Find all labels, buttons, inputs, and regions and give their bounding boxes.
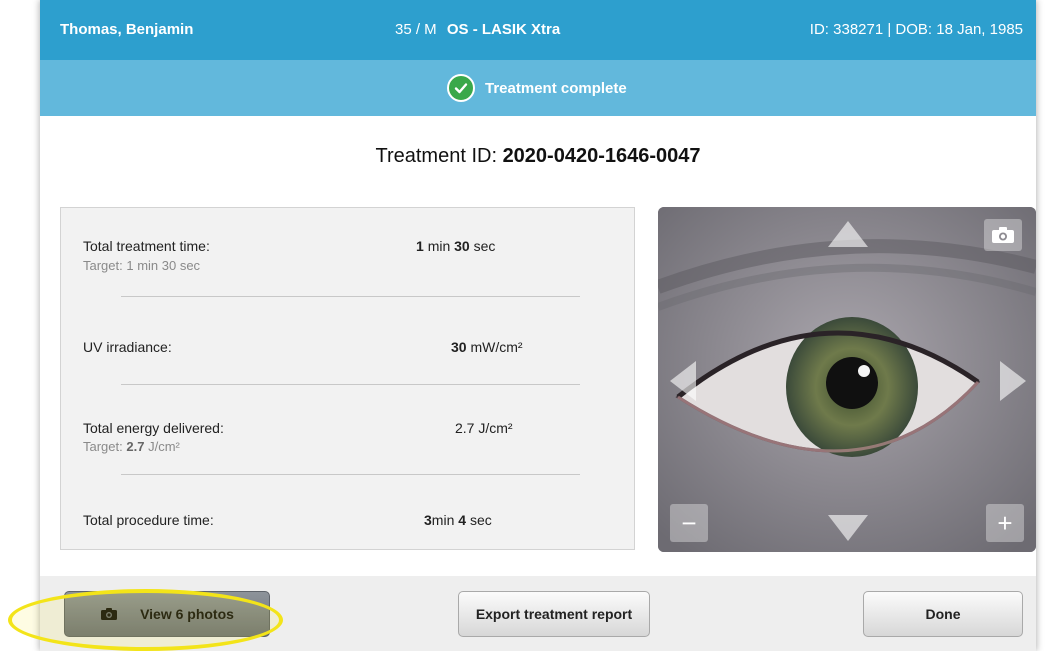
divider [121, 384, 580, 385]
snapshot-button[interactable] [984, 219, 1022, 251]
done-button[interactable]: Done [863, 591, 1023, 637]
treatment-time-target: Target: 1 min 30 sec [83, 258, 201, 273]
status-bar: Treatment complete [40, 60, 1036, 116]
treatment-id-value: 2020-0420-1646-0047 [502, 145, 701, 167]
energy-value: 2.7 J/cm² [455, 420, 513, 436]
status-text: Treatment complete [485, 79, 627, 97]
treatment-time-label: Total treatment time: [83, 238, 210, 254]
highlight-annotation [8, 589, 283, 651]
patient-header: Thomas, Benjamin 35 / M OS - LASIK Xtra … [40, 0, 1036, 60]
export-report-button[interactable]: Export treatment report [458, 591, 650, 637]
procedure-label: OS - LASIK Xtra [446, 21, 561, 38]
treatment-metrics-panel: Total treatment time: Target: 1 min 30 s… [60, 207, 635, 550]
eye-camera-view: − + [658, 207, 1036, 552]
eye-image [658, 207, 1036, 552]
treatment-time-value: 1 min 30 sec [416, 238, 496, 254]
patient-info: 35 / M OS - LASIK Xtra [395, 21, 560, 38]
energy-label: Total energy delivered: [83, 420, 224, 436]
zoom-out-button[interactable]: − [670, 504, 708, 542]
treatment-id: Treatment ID: 2020-0420-1646-0047 [40, 145, 1036, 168]
arrow-down-icon[interactable] [826, 513, 870, 543]
arrow-left-icon[interactable] [668, 359, 698, 403]
uv-irradiance-label: UV irradiance: [83, 339, 172, 355]
treatment-id-label: Treatment ID: [375, 145, 497, 167]
arrow-right-icon[interactable] [998, 359, 1028, 403]
procedure-time-label: Total procedure time: [83, 512, 214, 528]
divider [121, 474, 580, 475]
treatment-summary-screen: Thomas, Benjamin 35 / M OS - LASIK Xtra … [40, 0, 1036, 651]
divider [121, 296, 580, 297]
uv-irradiance-value: 30 mW/cm² [451, 339, 523, 355]
patient-id-dob: ID: 338271 | DOB: 18 Jan, 1985 [809, 21, 1023, 38]
patient-name: Thomas, Benjamin [60, 21, 194, 38]
age-sex: 35 / M [395, 21, 437, 38]
zoom-in-button[interactable]: + [986, 504, 1024, 542]
procedure-time-value: 3min 4 sec [424, 512, 492, 528]
arrow-up-icon[interactable] [826, 219, 870, 249]
camera-icon [992, 227, 1014, 243]
checkmark-icon [447, 74, 475, 102]
energy-target: Target: 2.7 J/cm² [83, 439, 180, 454]
